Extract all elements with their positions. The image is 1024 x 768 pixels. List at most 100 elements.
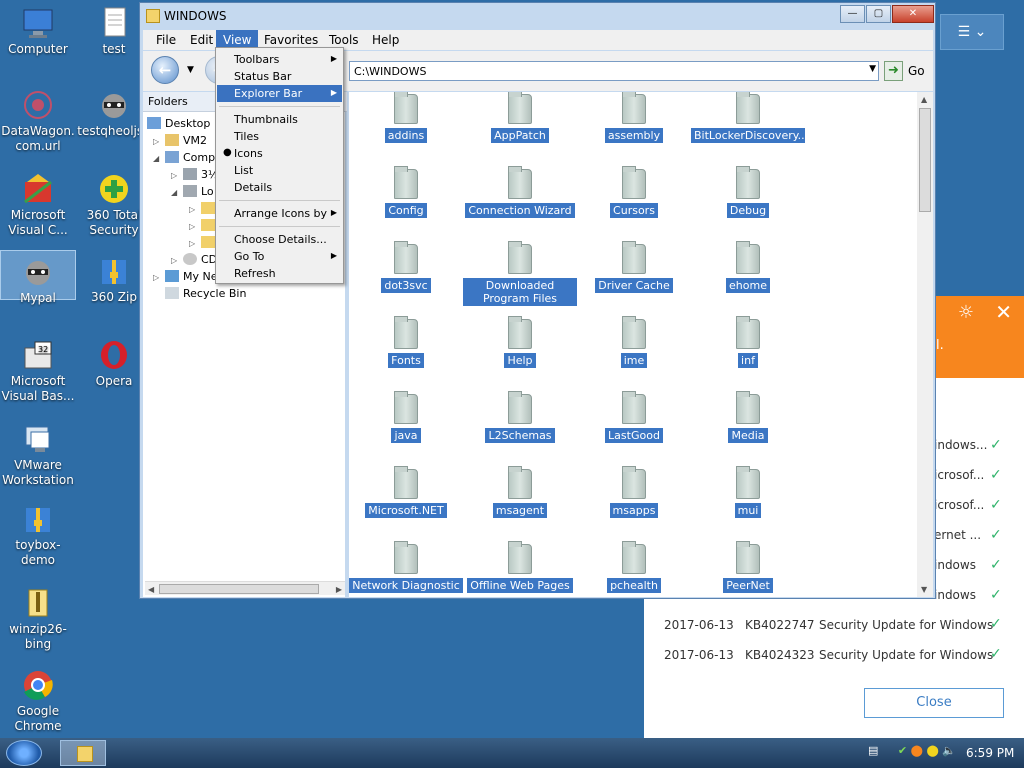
desktop-icon-vmware[interactable]: VMware Workstation	[0, 418, 76, 488]
folder-item[interactable]: mui	[691, 466, 805, 518]
menu-help[interactable]: Help	[365, 32, 406, 48]
collapse-icon[interactable]: ◢	[171, 188, 177, 197]
tree-item-recycle-bin[interactable]: Recycle Bin	[165, 287, 246, 300]
view-menu-choose-details[interactable]: Choose Details...	[217, 231, 342, 248]
tree-item-cd-drive[interactable]: CD	[183, 253, 217, 266]
folder-item[interactable]: Fonts	[349, 316, 463, 368]
collapse-icon[interactable]: ◢	[153, 154, 159, 163]
folder-item[interactable]: BitLockerDiscovery...	[691, 92, 808, 143]
view-menu-icons[interactable]: ● Icons	[217, 145, 342, 162]
gear-icon[interactable]: ☼	[958, 302, 974, 323]
folder-item[interactable]: msapps	[577, 466, 691, 518]
desktop-icon-computer[interactable]: Computer	[0, 2, 76, 57]
expand-icon[interactable]: ▷	[189, 205, 195, 214]
horizontal-scrollbar[interactable]: ◀ ▶	[145, 581, 345, 595]
window-close-button[interactable]: ✕	[892, 5, 934, 23]
keyboard-icon[interactable]: ▤	[868, 744, 878, 757]
view-menu-thumbnails[interactable]: Thumbnails	[217, 111, 342, 128]
menu-edit[interactable]: Edit	[183, 32, 220, 48]
view-menu-go-to[interactable]: Go To ▶	[217, 248, 342, 265]
close-icon[interactable]: ✕	[995, 300, 1012, 324]
address-bar[interactable]: C:\WINDOWS ▼	[349, 61, 879, 81]
clock[interactable]: 6:59 PM	[966, 746, 1014, 760]
view-menu-arrange-icons[interactable]: Arrange Icons by ▶	[217, 205, 342, 222]
folder-item[interactable]: Network Diagnostic	[349, 541, 463, 593]
scroll-right-icon[interactable]: ▶	[336, 585, 342, 594]
folder-item[interactable]: L2Schemas	[463, 391, 577, 443]
folder-item[interactable]: PeerNet	[691, 541, 805, 593]
view-menu-refresh[interactable]: Refresh	[217, 265, 342, 282]
view-menu-list[interactable]: List	[217, 162, 342, 179]
expand-icon[interactable]: ▷	[171, 171, 177, 180]
tree-item-computer[interactable]: Comp	[165, 151, 215, 164]
folder-item[interactable]: Help	[463, 316, 577, 368]
folder-item[interactable]: Downloaded Program Files	[463, 241, 577, 306]
expand-icon[interactable]: ▷	[189, 239, 195, 248]
back-button[interactable]: ←	[151, 56, 179, 84]
scroll-thumb[interactable]	[919, 108, 931, 212]
360-icon[interactable]: ⬤	[926, 744, 938, 757]
menu-favorites[interactable]: Favorites	[257, 32, 325, 48]
folder-item[interactable]: ehome	[691, 241, 805, 293]
scroll-down-icon[interactable]: ▼	[921, 585, 927, 594]
tree-item-floppy[interactable]: 3½	[183, 168, 219, 181]
folder-item[interactable]: java	[349, 391, 463, 443]
go-button[interactable]: Go	[908, 64, 925, 78]
folder-item[interactable]: AppPatch	[463, 92, 577, 143]
close-button[interactable]: Close	[864, 688, 1004, 718]
folder-item[interactable]: pchealth	[577, 541, 691, 593]
tree-item-my-network[interactable]: My Ne	[165, 270, 218, 283]
maximize-button[interactable]: ▢	[866, 5, 891, 23]
volume-icon[interactable]: 🔈	[942, 744, 956, 757]
view-menu-explorer-bar[interactable]: Explorer Bar ▶	[217, 85, 342, 102]
start-button[interactable]	[6, 740, 42, 766]
go-arrow-icon[interactable]: ➜	[884, 61, 903, 81]
folder-item[interactable]: Driver Cache	[577, 241, 691, 293]
expand-icon[interactable]: ▷	[171, 256, 177, 265]
chevron-down-icon[interactable]: ▼	[869, 64, 876, 74]
scroll-up-icon[interactable]: ▲	[921, 95, 927, 104]
folder-item[interactable]: msagent	[463, 466, 577, 518]
minimize-button[interactable]: —	[840, 5, 865, 23]
desktop-icon-msvb[interactable]: 32 Microsoft Visual Bas...	[0, 334, 76, 404]
view-menu-details[interactable]: Details	[217, 179, 342, 196]
expand-icon[interactable]: ▷	[189, 222, 195, 231]
folder-item[interactable]: Config	[349, 166, 463, 218]
folder-item[interactable]: inf	[691, 316, 805, 368]
folder-item[interactable]: Microsoft.NET	[349, 466, 463, 518]
back-history-dropdown-icon[interactable]: ▼	[187, 65, 194, 75]
view-menu-toolbars[interactable]: Toolbars ▶	[217, 51, 342, 68]
desktop-icon-winzip[interactable]: winzip26-bing	[0, 582, 76, 652]
vertical-scrollbar[interactable]: ▲ ▼	[917, 92, 933, 597]
expand-icon[interactable]: ▷	[153, 137, 159, 146]
folder-item[interactable]: Connection Wizard	[463, 166, 577, 218]
desktop-icon-msvc[interactable]: Microsoft Visual C...	[0, 168, 76, 238]
folder-item[interactable]: addins	[349, 92, 463, 143]
security-icon[interactable]: ⬤	[911, 744, 923, 757]
taskbar-explorer-button[interactable]	[60, 740, 106, 766]
menu-tools[interactable]: Tools	[322, 32, 366, 48]
folder-item[interactable]: Cursors	[577, 166, 691, 218]
scroll-left-icon[interactable]: ◀	[148, 585, 154, 594]
title-bar[interactable]: WINDOWS — ▢ ✕	[140, 3, 935, 29]
menu-button[interactable]: ☰ ⌄	[940, 14, 1004, 50]
tree-item-local-disk[interactable]: Lo	[183, 185, 214, 198]
folder-item[interactable]: ime	[577, 316, 691, 368]
folder-item[interactable]: assembly	[577, 92, 691, 143]
folder-item[interactable]: Offline Web Pages	[463, 541, 577, 593]
scroll-thumb[interactable]	[159, 584, 319, 594]
tree-item-desktop[interactable]: Desktop	[147, 117, 210, 130]
desktop-icon-google-chrome[interactable]: Google Chrome	[0, 664, 76, 734]
network-icon[interactable]: ✔	[898, 744, 907, 757]
desktop-icon-mypal[interactable]: Mypal	[0, 250, 76, 305]
tree-item-vm2[interactable]: VM2	[165, 134, 207, 147]
folder-item[interactable]: Media	[691, 391, 805, 443]
expand-icon[interactable]: ▷	[153, 273, 159, 282]
menu-file[interactable]: File	[149, 32, 183, 48]
folder-item[interactable]: Debug	[691, 166, 805, 218]
desktop-icon-datawagon[interactable]: DataWagon.com.url	[0, 84, 76, 154]
folder-item[interactable]: dot3svc	[349, 241, 463, 293]
desktop-icon-toybox-demo[interactable]: toybox-demo	[0, 498, 76, 568]
view-menu-status-bar[interactable]: Status Bar	[217, 68, 342, 85]
folder-item[interactable]: LastGood	[577, 391, 691, 443]
